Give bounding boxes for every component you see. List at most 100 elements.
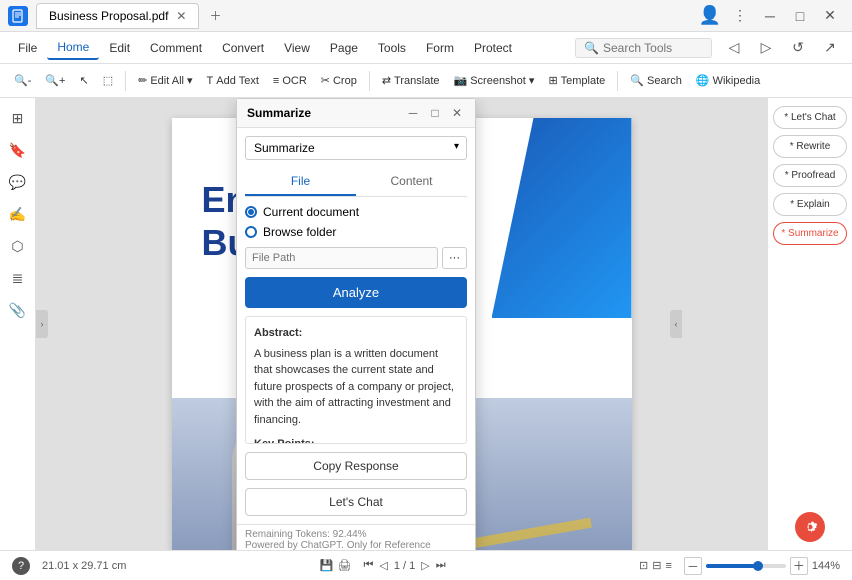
screenshot-btn[interactable]: 📷 Screenshot ▾ — [448, 71, 541, 90]
title-bar: Business Proposal.pdf ✕ ＋ 👤 ⋮ ─ □ ✕ — [0, 0, 852, 32]
back-btn[interactable]: ◁ — [720, 34, 748, 62]
menu-convert[interactable]: Convert — [212, 37, 274, 59]
two-page-icon[interactable]: ⊟ — [652, 559, 661, 572]
lets-chat-btn[interactable]: Let's Chat — [245, 488, 467, 516]
save-icon[interactable]: 💾 — [320, 559, 334, 572]
select-btn[interactable]: ↖ — [73, 71, 94, 90]
menu-form[interactable]: Form — [416, 37, 464, 59]
window-controls: 👤 ⋮ ─ □ ✕ — [696, 2, 844, 30]
scroll-icon[interactable]: ≡ — [665, 560, 671, 572]
first-page-btn[interactable]: ⏮ — [363, 559, 373, 572]
zoom-in-btn[interactable]: 🔍+ — [39, 71, 71, 90]
minimize-btn[interactable]: ─ — [756, 2, 784, 30]
search-icon: 🔍 — [584, 41, 599, 55]
sidebar-bookmark-icon[interactable]: 🔖 — [6, 138, 30, 162]
analyze-button[interactable]: Analyze — [245, 277, 467, 308]
print-icon[interactable]: 🖨 — [337, 559, 351, 572]
left-panel-toggle[interactable]: › — [36, 310, 48, 338]
tab-close-btn[interactable]: ✕ — [176, 9, 186, 23]
search-tools-input[interactable] — [603, 41, 703, 55]
document-tab[interactable]: Business Proposal.pdf ✕ — [36, 3, 199, 29]
page-number: 1 / 1 — [394, 560, 415, 572]
proofread-ai-btn[interactable]: * Proofread — [773, 164, 847, 187]
last-page-btn[interactable]: ⏭ — [436, 559, 446, 572]
copy-response-btn[interactable]: Copy Response — [245, 452, 467, 480]
crop-icon: ⬚ — [103, 74, 113, 87]
edit-all-label: Edit All ▾ — [150, 74, 192, 87]
sidebar-layers-icon[interactable]: ≣ — [6, 266, 30, 290]
sidebar-comment-icon[interactable]: 💬 — [6, 170, 30, 194]
zoom-in-status-btn[interactable]: ＋ — [790, 557, 808, 575]
add-text-label: Add Text — [216, 75, 259, 87]
dialog-close-btn[interactable]: ✕ — [449, 105, 465, 121]
radio-dot-browse — [245, 226, 257, 238]
zoom-out-status-btn[interactable]: ─ — [684, 557, 702, 575]
tab-file[interactable]: File — [245, 168, 356, 196]
menu-file[interactable]: File — [8, 37, 47, 59]
sidebar-attachment-icon[interactable]: 📎 — [6, 298, 30, 322]
menu-btn[interactable]: ⋮ — [726, 2, 754, 30]
forward-btn[interactable]: ▷ — [752, 34, 780, 62]
key-points-title: Key Points: — [254, 436, 458, 444]
prev-page-btn[interactable]: ◁ — [379, 559, 387, 572]
sidebar-thumbnail-icon[interactable]: ⊞ — [6, 106, 30, 130]
menu-bar: File Home Edit Comment Convert View Page… — [0, 32, 852, 64]
summarize-dialog: Summarize ─ □ ✕ Summarize ▾ File Content — [236, 98, 476, 550]
crop-mode-btn[interactable]: ⬚ — [97, 71, 119, 90]
explain-ai-btn[interactable]: * Explain — [773, 193, 847, 216]
dialog-controls: ─ □ ✕ — [405, 105, 465, 121]
radio-group: Current document Browse folder — [245, 205, 467, 239]
wikipedia-btn[interactable]: 🌐 Wikipedia — [690, 71, 766, 90]
result-area: Abstract: A business plan is a written d… — [245, 316, 467, 444]
ai-settings-btn[interactable] — [795, 512, 825, 542]
abstract-title: Abstract: — [254, 325, 458, 342]
translate-btn[interactable]: ⇄ Translate — [376, 71, 446, 90]
menu-view[interactable]: View — [274, 37, 320, 59]
zoom-in-icon: 🔍+ — [45, 74, 65, 87]
edit-icon: ✏ — [138, 74, 147, 87]
close-btn[interactable]: ✕ — [816, 2, 844, 30]
browse-file-btn[interactable]: ··· — [442, 247, 467, 269]
dialog-title-bar: Summarize ─ □ ✕ — [237, 99, 475, 128]
edit-all-btn[interactable]: ✏ Edit All ▾ — [132, 71, 198, 90]
dialog-maximize-btn[interactable]: □ — [427, 105, 443, 121]
ocr-btn[interactable]: ≡ OCR — [267, 72, 313, 90]
rewrite-ai-btn[interactable]: * Rewrite — [773, 135, 847, 158]
nav-controls: ⏮ ◁ 1 / 1 ▷ ⏭ — [363, 559, 445, 572]
share-btn[interactable]: ↗ — [816, 34, 844, 62]
menu-tools[interactable]: Tools — [368, 37, 416, 59]
help-btn[interactable]: ? — [12, 557, 30, 575]
menu-comment[interactable]: Comment — [140, 37, 212, 59]
radio-browse-folder[interactable]: Browse folder — [245, 225, 467, 239]
dialog-minimize-btn[interactable]: ─ — [405, 105, 421, 121]
lets-chat-ai-btn[interactable]: * Let's Chat — [773, 106, 847, 129]
menu-protect[interactable]: Protect — [464, 37, 522, 59]
file-path-input[interactable] — [245, 247, 438, 269]
menu-home[interactable]: Home — [47, 36, 99, 60]
avatar-btn[interactable]: 👤 — [696, 2, 724, 30]
search-tools-bar[interactable]: 🔍 — [575, 38, 712, 58]
menu-edit[interactable]: Edit — [99, 37, 140, 59]
add-text-btn[interactable]: T Add Text — [201, 72, 265, 90]
summarize-ai-btn[interactable]: * Summarize — [773, 222, 847, 245]
sidebar-stamp-icon[interactable]: ⬡ — [6, 234, 30, 258]
search-btn[interactable]: 🔍 Search — [624, 71, 688, 90]
next-page-btn[interactable]: ▷ — [421, 559, 429, 572]
status-bar: ? 21.01 x 29.71 cm 💾 🖨 ⏮ ◁ 1 / 1 ▷ ⏭ ⊡ ⊟… — [0, 550, 852, 580]
maximize-btn[interactable]: □ — [786, 2, 814, 30]
right-panel-toggle[interactable]: ‹ — [670, 310, 682, 338]
tab-area: Business Proposal.pdf ✕ ＋ — [36, 3, 696, 29]
menu-page[interactable]: Page — [320, 37, 368, 59]
zoom-out-btn[interactable]: 🔍- — [8, 71, 37, 90]
new-tab-btn[interactable]: ＋ — [203, 4, 227, 28]
tab-content[interactable]: Content — [356, 168, 467, 196]
template-btn[interactable]: ⊞ Template — [542, 71, 611, 90]
radio-current-doc[interactable]: Current document — [245, 205, 467, 219]
template-icon: ⊞ — [548, 74, 557, 87]
refresh-btn[interactable]: ↺ — [784, 34, 812, 62]
zoom-slider[interactable] — [706, 564, 786, 568]
summarize-type-dropdown[interactable]: Summarize — [245, 136, 467, 160]
sidebar-signature-icon[interactable]: ✍ — [6, 202, 30, 226]
single-page-icon[interactable]: ⊡ — [639, 559, 648, 572]
crop-btn[interactable]: ✂ Crop — [315, 71, 363, 90]
